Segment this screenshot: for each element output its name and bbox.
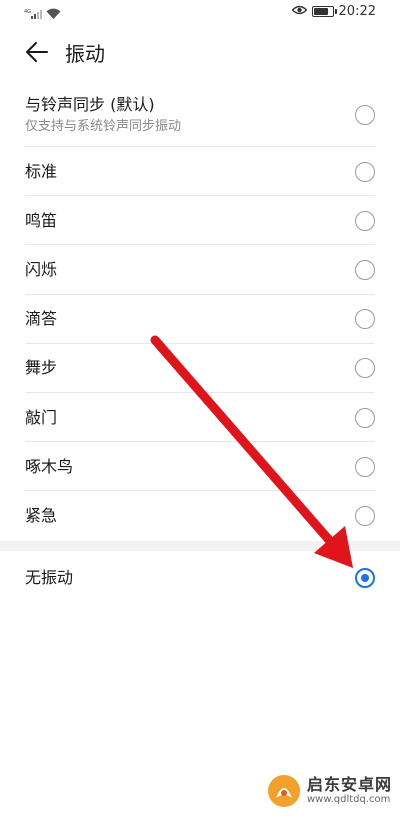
arrow-left-icon: [25, 41, 49, 67]
section-gap: [0, 540, 400, 551]
option-dance[interactable]: 舞步: [0, 344, 400, 393]
option-label: 敲门: [25, 407, 58, 427]
watermark-logo-icon: [267, 774, 301, 808]
option-label: 滴答: [25, 309, 58, 329]
radio-button[interactable]: [355, 210, 375, 231]
radio-button[interactable]: [355, 407, 375, 428]
option-knock[interactable]: 敲门: [0, 393, 400, 443]
radio-button[interactable]: [355, 161, 375, 182]
radio-button[interactable]: [355, 259, 375, 280]
radio-button[interactable]: [355, 456, 375, 477]
option-label: 啄木鸟: [25, 456, 74, 476]
option-whistle[interactable]: 鸣笛: [0, 196, 400, 246]
option-no-vibration[interactable]: 无振动: [0, 551, 400, 606]
radio-button[interactable]: [355, 309, 375, 330]
radio-button-selected[interactable]: [355, 568, 375, 588]
option-label: 与铃声同步 (默认): [25, 94, 155, 114]
watermark-name: 启东安卓网: [306, 775, 392, 794]
option-label: 闪烁: [25, 259, 58, 279]
header: 振动: [0, 26, 400, 82]
status-bar: 4G 20:22: [0, 0, 400, 26]
radio-button[interactable]: [355, 505, 375, 526]
signal-label: 4G: [24, 9, 31, 15]
option-standard[interactable]: 标准: [0, 147, 400, 197]
watermark-url: www.qdltdq.com: [306, 794, 391, 805]
option-text: 与铃声同步 (默认) 仅支持与系统铃声同步振动: [25, 94, 355, 136]
option-woodpecker[interactable]: 啄木鸟: [0, 442, 400, 492]
option-sync-ringtone[interactable]: 与铃声同步 (默认) 仅支持与系统铃声同步振动: [0, 82, 400, 147]
vibration-options-list: 与铃声同步 (默认) 仅支持与系统铃声同步振动 标准 鸣笛 闪烁 滴答 舞步 敲…: [0, 82, 400, 606]
watermark: 启东安卓网 www.qdltdq.com: [267, 774, 392, 808]
option-label: 紧急: [25, 505, 58, 525]
radio-button[interactable]: [355, 104, 375, 125]
radio-button[interactable]: [355, 358, 375, 379]
option-sublabel: 仅支持与系统铃声同步振动: [25, 118, 182, 134]
battery-icon: [311, 6, 337, 17]
option-flash[interactable]: 闪烁: [0, 245, 400, 295]
wifi-icon: [46, 5, 61, 24]
page-title: 振动: [65, 42, 105, 66]
back-button[interactable]: [22, 40, 52, 68]
status-right: 20:22: [291, 4, 376, 19]
option-label: 舞步: [25, 358, 58, 378]
option-label: 标准: [25, 161, 58, 181]
option-label: 鸣笛: [25, 210, 58, 230]
status-time: 20:22: [338, 4, 376, 19]
status-left: 4G: [24, 5, 61, 24]
watermark-text: 启东安卓网 www.qdltdq.com: [307, 776, 392, 806]
battery-fill: [313, 8, 328, 15]
eye-icon: [291, 4, 308, 19]
option-label: 无振动: [25, 568, 74, 587]
option-urgent[interactable]: 紧急: [0, 491, 400, 540]
option-tick[interactable]: 滴答: [0, 295, 400, 344]
signal-icon: 4G: [24, 5, 42, 24]
